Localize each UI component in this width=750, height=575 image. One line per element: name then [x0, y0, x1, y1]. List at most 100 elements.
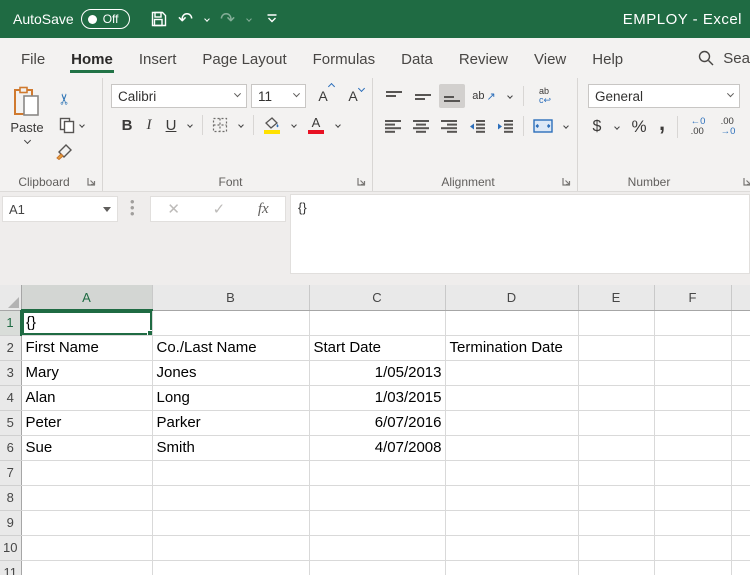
cancel-icon[interactable]: ✕: [167, 200, 180, 218]
orientation-button[interactable]: ab ↗: [468, 84, 500, 108]
cell-F11[interactable]: [654, 560, 731, 575]
row-header-6[interactable]: 6: [0, 435, 21, 460]
fill-color-dropdown[interactable]: [287, 114, 301, 136]
cell-G10[interactable]: [731, 535, 750, 560]
cell-E3[interactable]: [578, 360, 654, 385]
cell-G3[interactable]: [731, 360, 750, 385]
cell-D5[interactable]: [445, 410, 578, 435]
top-align-button[interactable]: [381, 84, 407, 108]
row-header-3[interactable]: 3: [0, 360, 21, 385]
percent-style-button[interactable]: %: [628, 114, 650, 140]
cell-G8[interactable]: [731, 485, 750, 510]
cell-G9[interactable]: [731, 510, 750, 535]
underline-button[interactable]: U: [161, 113, 181, 137]
cell-C4[interactable]: 1/03/2015: [309, 385, 445, 410]
cell-B9[interactable]: [152, 510, 309, 535]
center-button[interactable]: [409, 114, 434, 138]
cell-C6[interactable]: 4/07/2008: [309, 435, 445, 460]
name-box-dropdown-icon[interactable]: [103, 207, 111, 212]
wrap-text-button[interactable]: ab c↩: [530, 84, 560, 108]
formula-bar-grip[interactable]: •••: [130, 199, 135, 217]
cell-A9[interactable]: [21, 510, 152, 535]
comma-style-button[interactable]: ,: [654, 114, 670, 140]
tab-help[interactable]: Help: [579, 42, 636, 75]
cell-E5[interactable]: [578, 410, 654, 435]
cell-A3[interactable]: Mary: [21, 360, 152, 385]
cell-B5[interactable]: Parker: [152, 410, 309, 435]
cell-D2[interactable]: Termination Date: [445, 335, 578, 360]
cell-A4[interactable]: Alan: [21, 385, 152, 410]
cell-F2[interactable]: [654, 335, 731, 360]
cell-G11[interactable]: [731, 560, 750, 575]
redo-button[interactable]: ↷: [218, 6, 238, 32]
decrease-indent-button[interactable]: [464, 114, 489, 138]
row-header-1[interactable]: 1: [0, 310, 21, 335]
cell-C2[interactable]: Start Date: [309, 335, 445, 360]
cell-F1[interactable]: [654, 310, 731, 335]
cell-A10[interactable]: [21, 535, 152, 560]
cell-G2[interactable]: [731, 335, 750, 360]
tab-page-layout[interactable]: Page Layout: [189, 42, 299, 75]
customize-qat-button[interactable]: [260, 6, 284, 32]
increase-font-size-button[interactable]: A: [310, 84, 336, 108]
cell-A8[interactable]: [21, 485, 152, 510]
cell-D9[interactable]: [445, 510, 578, 535]
save-button[interactable]: [146, 6, 172, 32]
cell-E8[interactable]: [578, 485, 654, 510]
fill-color-button[interactable]: [259, 113, 285, 137]
borders-dropdown[interactable]: [234, 114, 248, 136]
cell-B10[interactable]: [152, 535, 309, 560]
column-header-E[interactable]: E: [578, 285, 654, 310]
row-header-5[interactable]: 5: [0, 410, 21, 435]
cell-F9[interactable]: [654, 510, 731, 535]
tab-data[interactable]: Data: [388, 42, 446, 75]
column-header-G-partial[interactable]: [731, 285, 750, 310]
alignment-dialog-launcher-icon[interactable]: [561, 176, 573, 188]
cell-B7[interactable]: [152, 460, 309, 485]
cell-B2[interactable]: Co./Last Name: [152, 335, 309, 360]
paste-button[interactable]: Paste: [4, 84, 50, 173]
cell-C7[interactable]: [309, 460, 445, 485]
align-left-button[interactable]: [381, 114, 406, 138]
orientation-dropdown[interactable]: [503, 85, 517, 107]
column-header-D[interactable]: D: [445, 285, 578, 310]
insert-function-icon[interactable]: fx: [258, 201, 269, 218]
decrease-font-size-button[interactable]: A: [340, 84, 366, 108]
tab-review[interactable]: Review: [446, 42, 521, 75]
row-header-8[interactable]: 8: [0, 485, 21, 510]
cell-F7[interactable]: [654, 460, 731, 485]
cell-F3[interactable]: [654, 360, 731, 385]
cell-F4[interactable]: [654, 385, 731, 410]
cell-D7[interactable]: [445, 460, 578, 485]
middle-align-button[interactable]: [410, 84, 436, 108]
cell-F6[interactable]: [654, 435, 731, 460]
cell-B11[interactable]: [152, 560, 309, 575]
row-header-4[interactable]: 4: [0, 385, 21, 410]
cell-E7[interactable]: [578, 460, 654, 485]
increase-decimal-button[interactable]: ←0 .00: [685, 114, 711, 140]
increase-indent-button[interactable]: [492, 114, 517, 138]
font-color-button[interactable]: A: [303, 113, 329, 137]
row-header-11[interactable]: 11: [0, 560, 21, 575]
column-header-B[interactable]: B: [152, 285, 309, 310]
cell-B8[interactable]: [152, 485, 309, 510]
column-header-A[interactable]: A: [21, 285, 152, 310]
cell-D3[interactable]: [445, 360, 578, 385]
cell-E9[interactable]: [578, 510, 654, 535]
cell-C1[interactable]: [309, 310, 445, 335]
font-size-select[interactable]: 11: [251, 84, 306, 108]
cell-F8[interactable]: [654, 485, 731, 510]
autosave-toggle[interactable]: Off: [81, 9, 130, 29]
underline-dropdown[interactable]: [183, 114, 197, 136]
cell-G5[interactable]: [731, 410, 750, 435]
column-header-C[interactable]: C: [309, 285, 445, 310]
cell-A6[interactable]: Sue: [21, 435, 152, 460]
row-header-9[interactable]: 9: [0, 510, 21, 535]
cell-B3[interactable]: Jones: [152, 360, 309, 385]
select-all-corner[interactable]: [0, 285, 21, 310]
cell-G7[interactable]: [731, 460, 750, 485]
number-dialog-launcher-icon[interactable]: [742, 176, 750, 188]
cell-A1[interactable]: {}: [21, 310, 152, 335]
tab-view[interactable]: View: [521, 42, 579, 75]
cell-C3[interactable]: 1/05/2013: [309, 360, 445, 385]
